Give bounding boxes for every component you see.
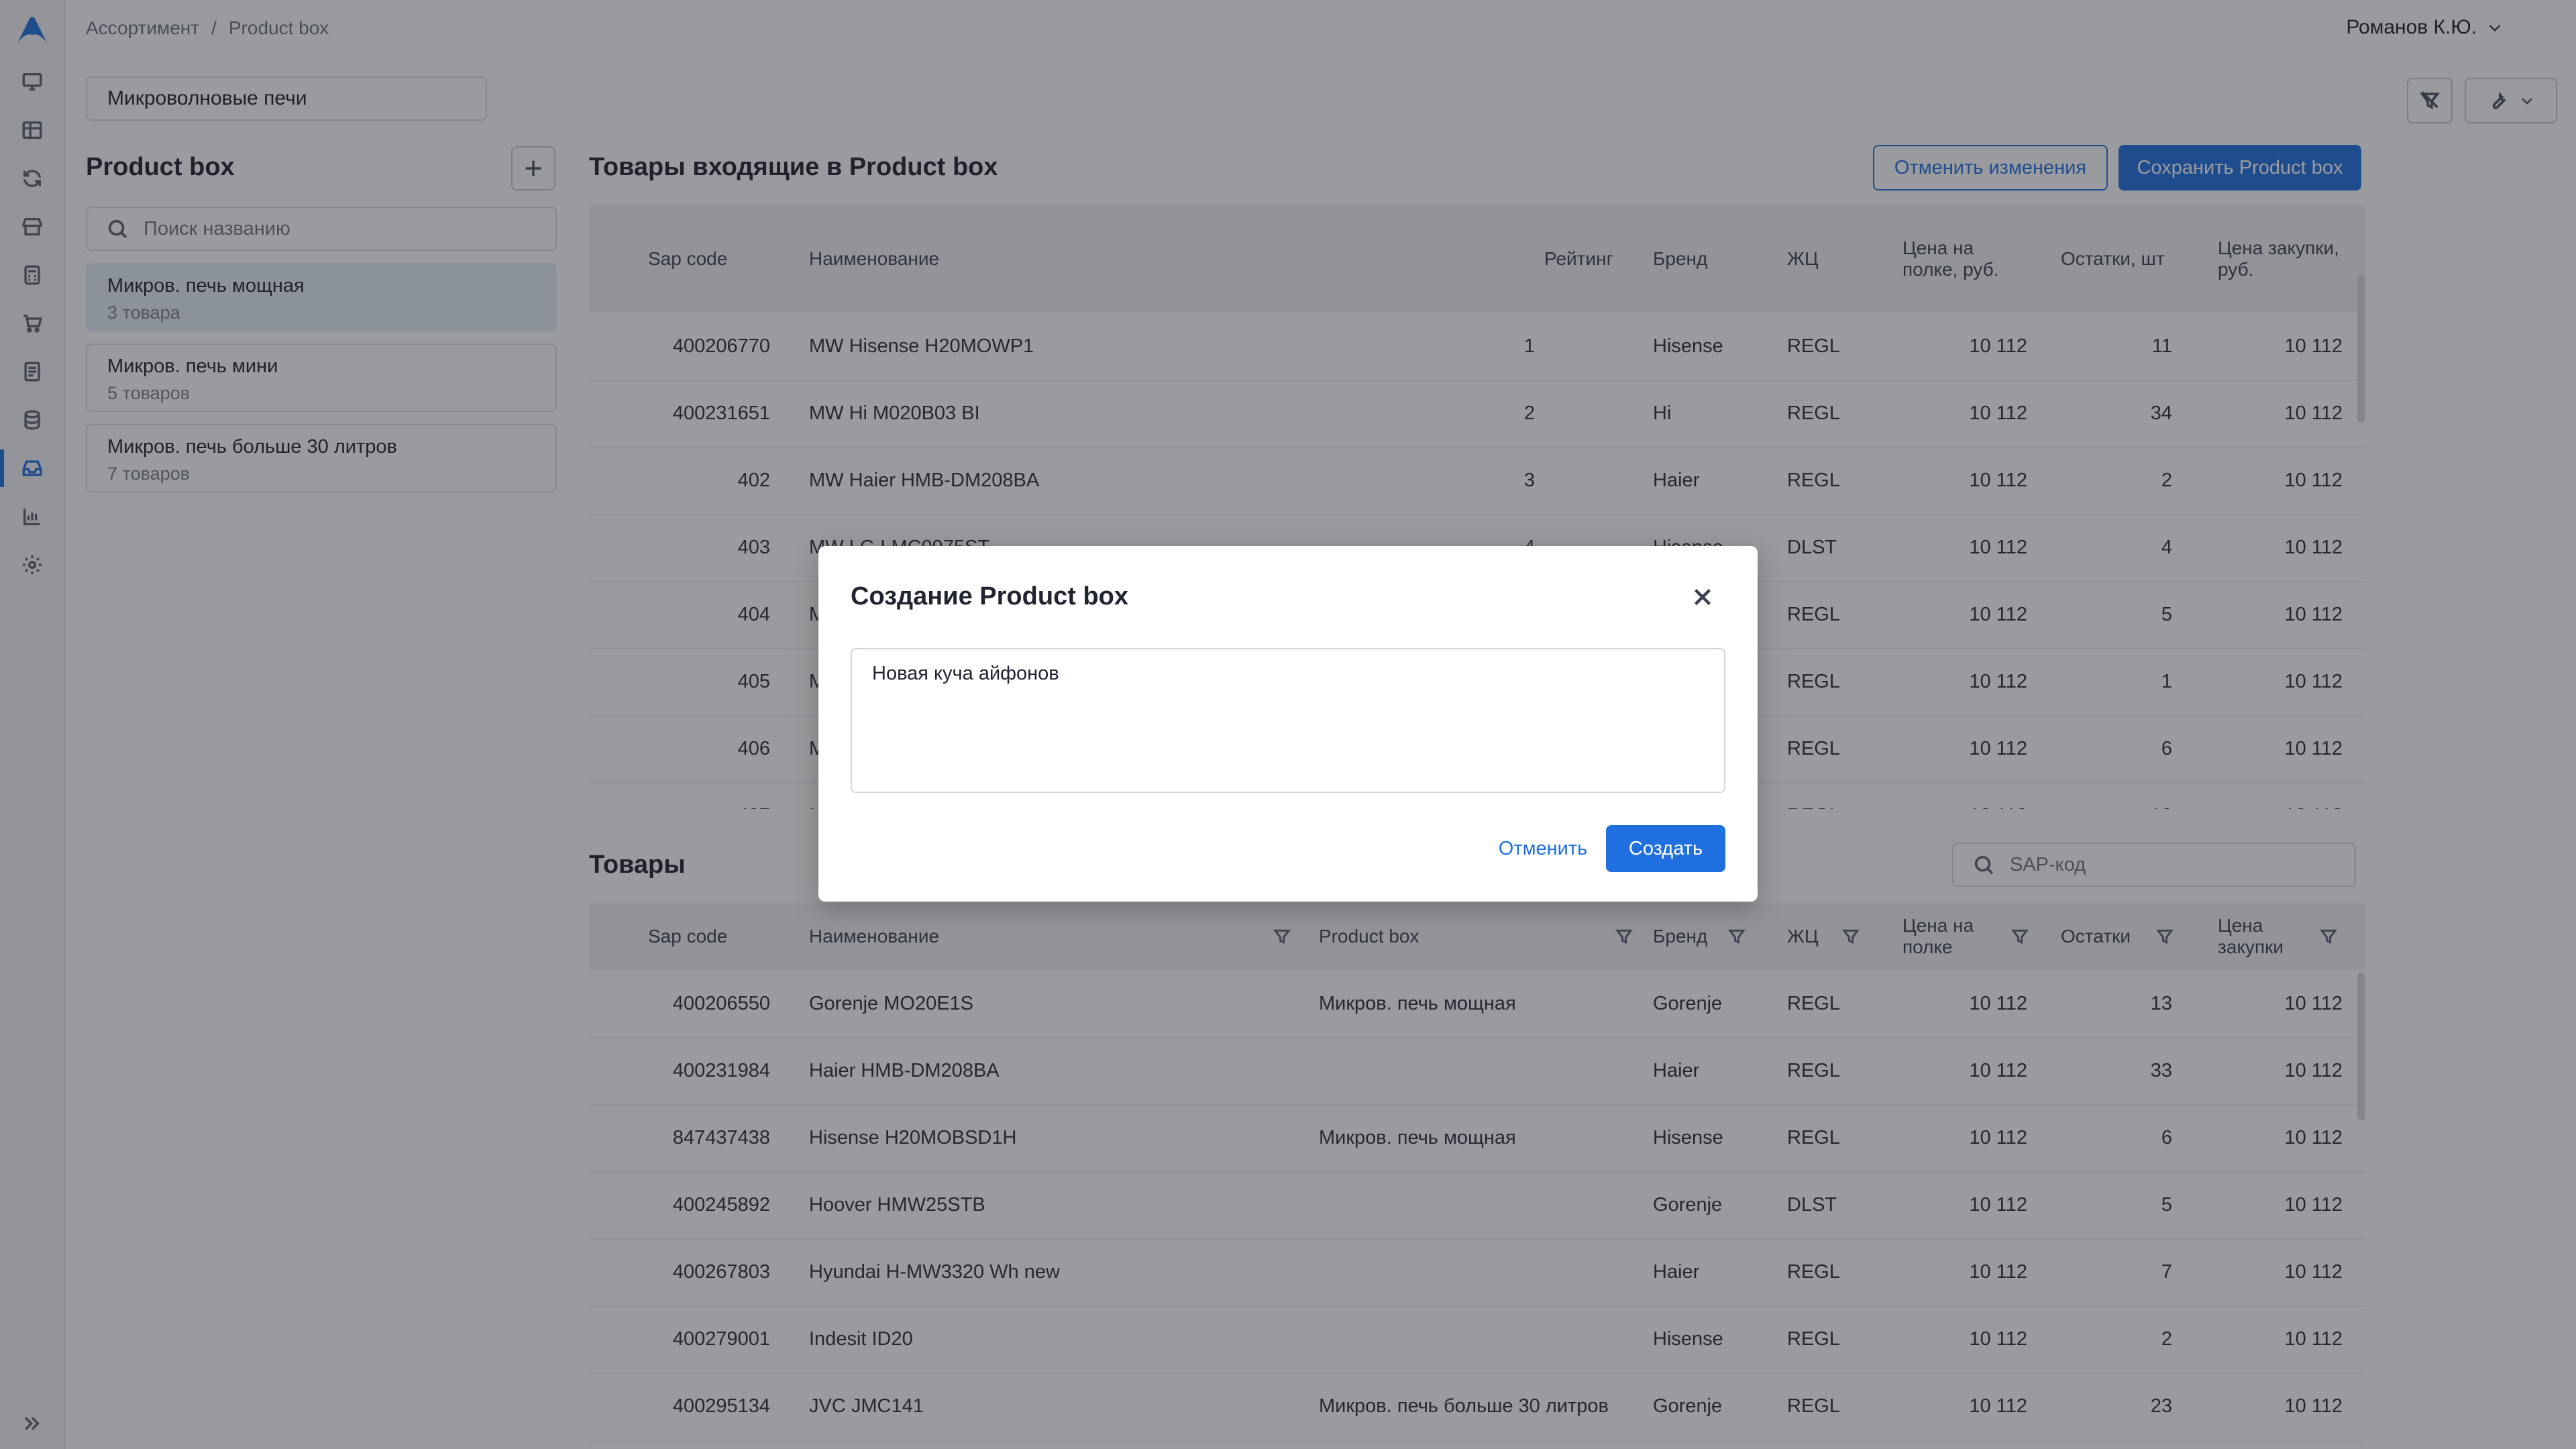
cancel-button[interactable]: Отменить: [1469, 825, 1617, 872]
product-box-name-input[interactable]: [851, 648, 1725, 793]
close-icon: [1694, 588, 1711, 606]
create-product-box-dialog: Создание Product box Отменить Создать: [818, 546, 1758, 902]
dialog-title: Создание Product box: [851, 582, 1128, 610]
close-button[interactable]: [1686, 581, 1719, 613]
create-button[interactable]: Создать: [1606, 825, 1725, 872]
